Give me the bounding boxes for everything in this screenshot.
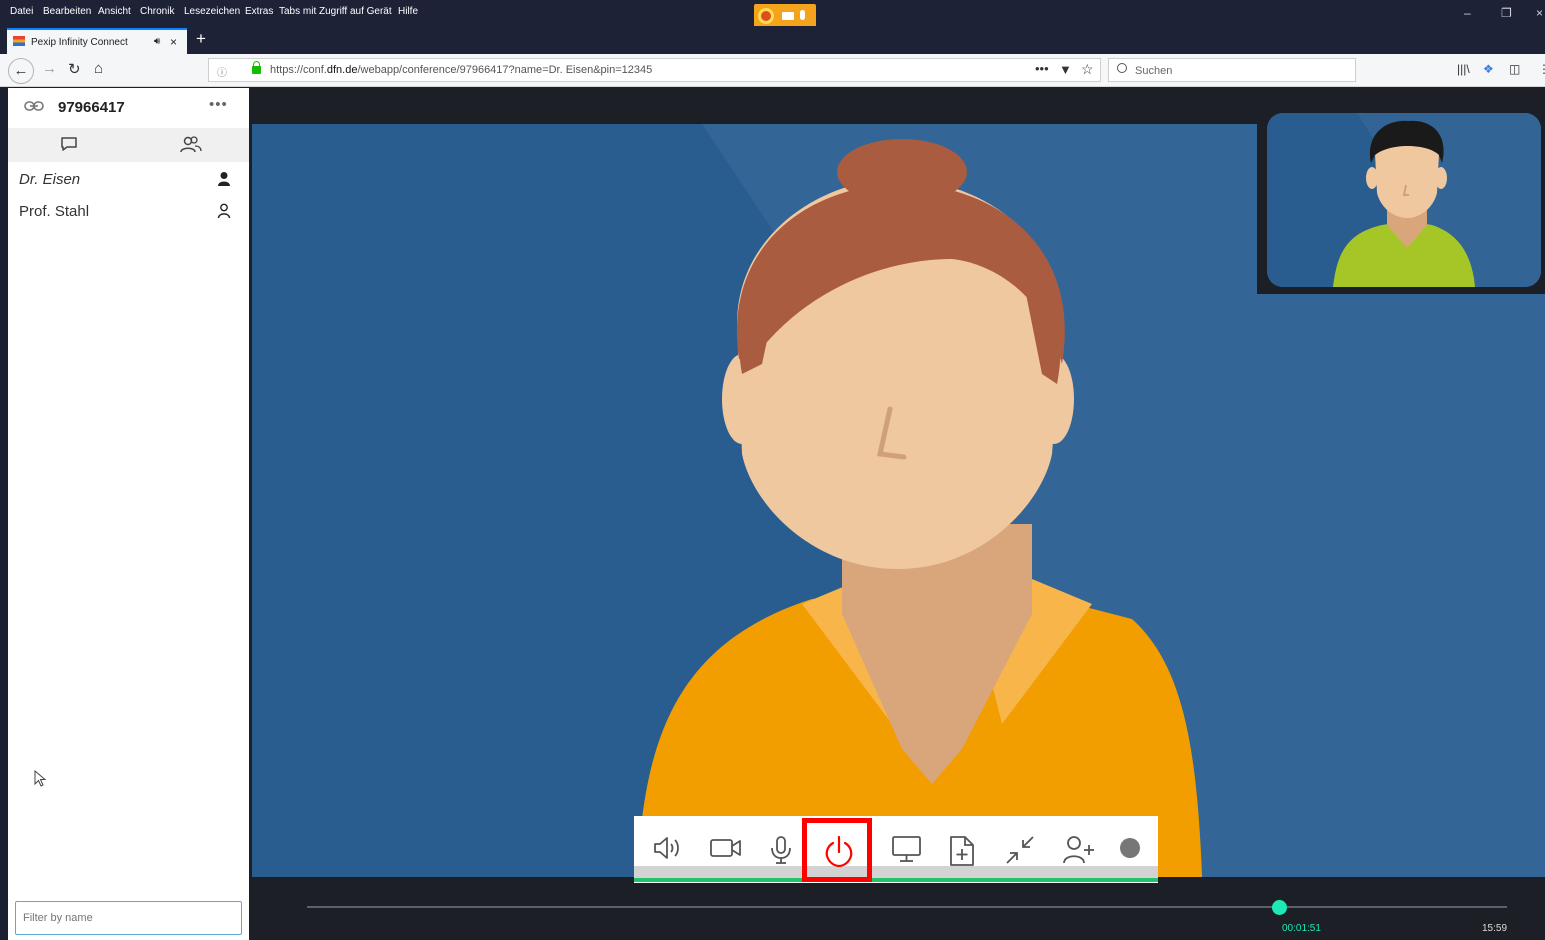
search-input[interactable]: Suchen <box>1108 58 1356 82</box>
participants-icon <box>180 136 202 153</box>
time-current: 00:01:51 <box>1282 923 1321 934</box>
address-bar[interactable]: ⓘ https://conf.dfn.de/webapp/conference/… <box>208 58 1101 82</box>
camera-icon <box>710 839 741 857</box>
lock-icon[interactable] <box>252 61 261 74</box>
menu-hilfe[interactable]: Hilfe <box>398 6 418 17</box>
screen-share-icon <box>892 836 921 862</box>
microphone-icon <box>771 836 791 864</box>
minimize-view-button[interactable] <box>991 816 1048 878</box>
participant-name: Prof. Stahl <box>19 203 90 220</box>
overflow-menu-icon[interactable]: ⋮ <box>1538 62 1545 76</box>
sidebar-tabs <box>8 128 249 162</box>
media-sharing-indicator[interactable] <box>754 4 816 28</box>
timeline-knob[interactable] <box>1272 900 1287 915</box>
restore-button[interactable]: ❐ <box>1501 6 1512 20</box>
menu-ansicht[interactable]: Ansicht <box>98 6 131 17</box>
filter-by-name-input[interactable] <box>15 901 242 935</box>
home-button[interactable]: ⌂ <box>94 60 103 77</box>
minimize-button[interactable]: – <box>1464 6 1471 20</box>
user-outline-icon <box>217 203 231 219</box>
library-icon[interactable]: |||\ <box>1457 62 1470 76</box>
participants-sidebar: 97966417 ••• Dr. Eisen Prof. Stahl Filte… <box>8 88 249 940</box>
camera-button[interactable] <box>695 816 752 878</box>
power-icon <box>825 835 853 867</box>
tab-bar: Pexip Infinity Connect 🔊︎ × + <box>0 26 1545 54</box>
add-file-button[interactable] <box>934 816 991 878</box>
menu-bearbeiten[interactable]: Bearbeiten <box>43 6 91 17</box>
add-file-icon <box>950 836 974 866</box>
participant-row[interactable]: Prof. Stahl <box>8 196 249 226</box>
close-window-button[interactable]: × <box>1536 6 1543 20</box>
self-view[interactable] <box>1257 100 1545 294</box>
time-total: 15:59 <box>1482 923 1508 934</box>
menu-datei[interactable]: Datei <box>10 6 33 17</box>
add-participant-button[interactable] <box>1048 816 1105 878</box>
menu-lesezeichen[interactable]: Lesezeichen <box>184 6 240 17</box>
record-dot-icon <box>1120 838 1140 858</box>
microphone-sharing-icon <box>800 10 805 20</box>
video-area: 00:01:51 15:59 <box>250 87 1545 940</box>
app-root: Datei Bearbeiten Ansicht Chronik Lesezei… <box>0 0 1545 940</box>
link-icon[interactable] <box>24 100 44 112</box>
menu-extras[interactable]: Extras <box>245 6 273 17</box>
back-button[interactable]: ← <box>8 58 34 84</box>
camera-sharing-icon <box>782 12 794 20</box>
menu-tabs-geraet[interactable]: Tabs mit Zugriff auf Gerät <box>279 6 392 17</box>
more-options-icon[interactable]: ••• <box>209 96 228 113</box>
chat-icon <box>61 137 77 151</box>
tab-pexip[interactable]: Pexip Infinity Connect 🔊︎ × <box>7 28 187 54</box>
disconnect-button[interactable] <box>802 818 872 882</box>
tab-participants[interactable] <box>128 128 248 162</box>
microphone-button[interactable] <box>752 816 809 878</box>
menu-bar: Datei Bearbeiten Ansicht Chronik Lesezei… <box>0 0 1545 28</box>
tab-chat[interactable] <box>8 128 128 162</box>
record-button[interactable] <box>1105 816 1162 878</box>
conference-id: 97966417 <box>58 99 125 116</box>
timeline-track[interactable] <box>307 906 1507 908</box>
bookmark-star-icon[interactable]: ☆ <box>1081 61 1094 78</box>
site-info-icon[interactable]: ⓘ <box>217 64 227 79</box>
extension-icon[interactable]: ❖ <box>1483 62 1494 76</box>
participant-row[interactable]: Dr. Eisen <box>8 164 249 194</box>
minimize-arrows-icon <box>1006 836 1034 864</box>
pexip-favicon-icon <box>13 36 25 46</box>
reload-button[interactable]: ↻ <box>68 60 81 78</box>
url-text[interactable]: https://conf.dfn.de/webapp/conference/97… <box>270 64 652 76</box>
sidebar-toggle-icon[interactable]: ◫ <box>1509 62 1520 76</box>
call-controls-bar <box>634 816 1158 883</box>
pocket-icon[interactable]: ▼ <box>1059 62 1072 77</box>
tab-speaker-icon[interactable]: 🔊︎ <box>154 36 160 47</box>
screen-share-button[interactable] <box>877 816 934 878</box>
add-user-icon <box>1063 836 1094 864</box>
tab-title: Pexip Infinity Connect <box>31 37 128 48</box>
search-icon <box>1117 63 1127 73</box>
audio-level-indicator <box>634 878 1158 882</box>
user-filled-icon <box>218 172 230 186</box>
tab-close-button[interactable]: × <box>170 35 177 49</box>
participant-name: Dr. Eisen <box>19 171 81 188</box>
speaker-icon <box>654 837 679 859</box>
forward-button[interactable]: → <box>42 60 57 77</box>
mouse-cursor-icon <box>34 770 47 787</box>
page-actions-icon[interactable]: ••• <box>1035 61 1049 76</box>
menu-chronik[interactable]: Chronik <box>140 6 174 17</box>
navigation-bar: ← → ↻ ⌂ ⓘ https://conf.dfn.de/webapp/con… <box>0 54 1545 87</box>
new-tab-button[interactable]: + <box>196 29 206 49</box>
firefox-logo-icon <box>758 8 774 24</box>
speaker-button[interactable] <box>638 816 695 878</box>
self-view-video <box>1267 113 1541 287</box>
conference-header: 97966417 ••• <box>8 88 249 126</box>
